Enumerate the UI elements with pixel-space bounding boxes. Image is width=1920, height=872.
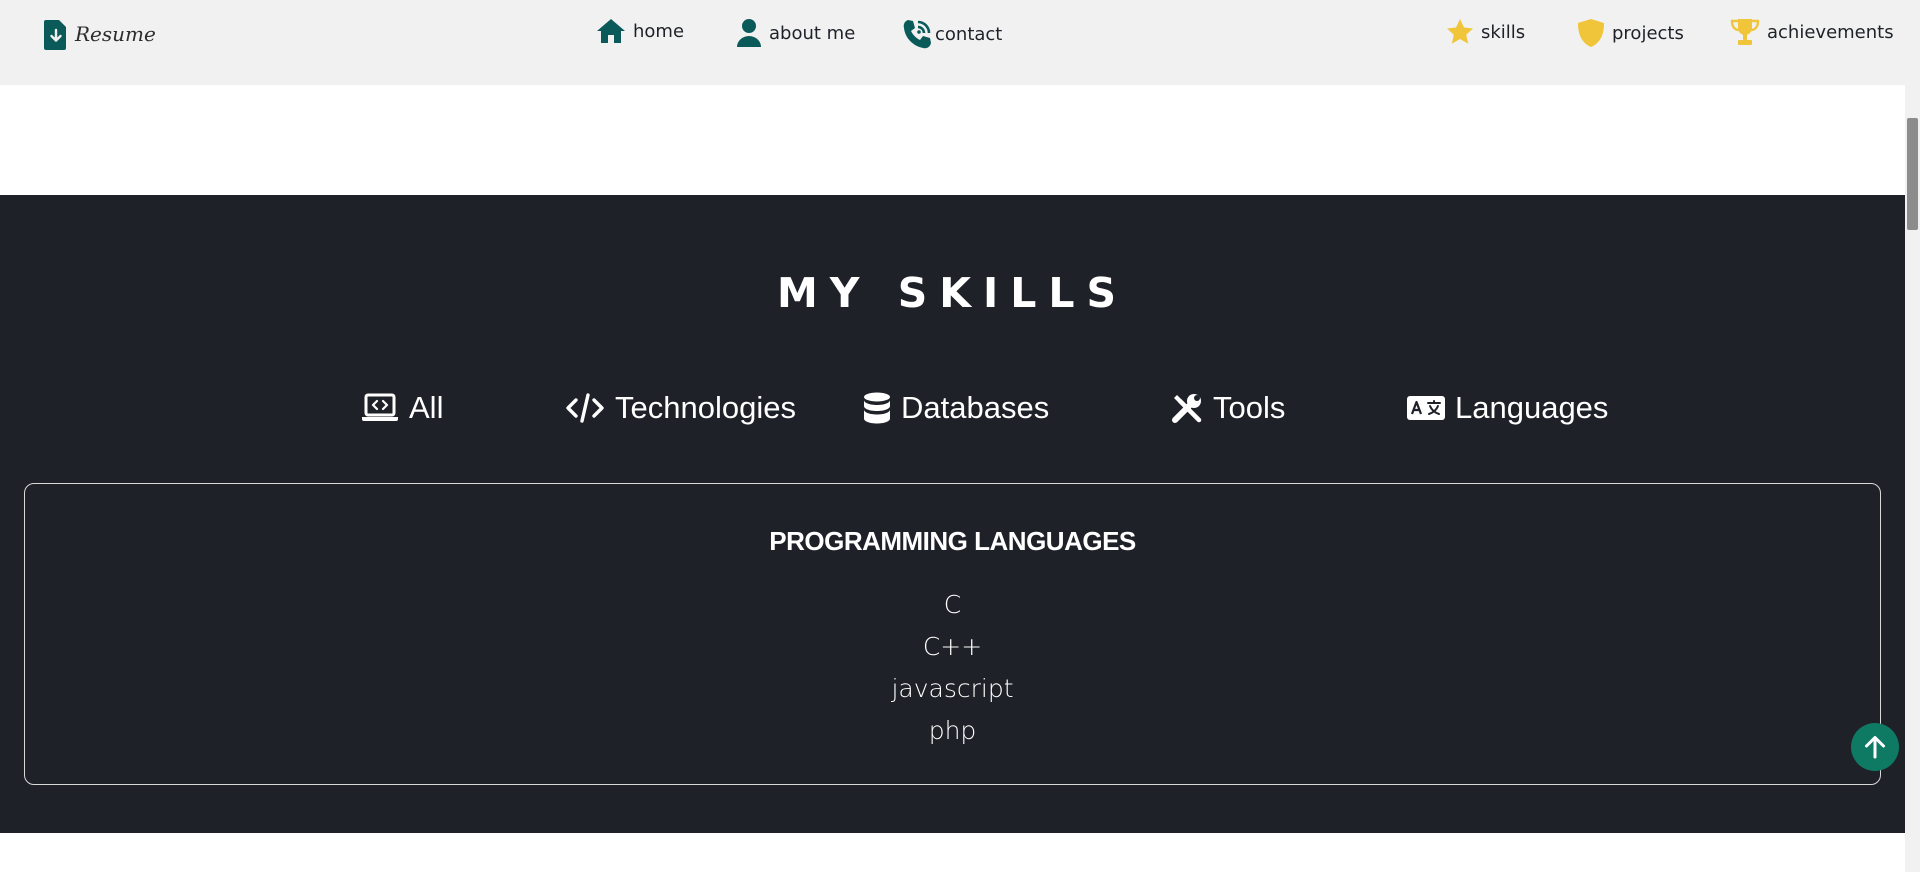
scrollbar-thumb[interactable] [1907, 118, 1918, 230]
skills-list: C C++ javascript php [25, 584, 1880, 752]
code-icon [565, 393, 605, 423]
nav-achievements-label: achievements [1767, 21, 1894, 43]
laptop-code-icon [361, 393, 399, 423]
nav-skills-label: skills [1481, 21, 1526, 43]
skills-section: MY SKILLS All Technologies Databases Too… [0, 195, 1905, 833]
list-item: C++ [922, 632, 983, 661]
filter-languages[interactable]: Languages [1407, 390, 1608, 426]
shield-icon [1577, 18, 1605, 48]
nav-projects[interactable]: projects [1577, 18, 1684, 48]
scroll-top-button[interactable] [1851, 723, 1899, 771]
user-icon [736, 18, 762, 48]
navbar: Resume home about me contact skills proj… [0, 0, 1905, 85]
resume-link[interactable]: Resume [44, 18, 156, 50]
section-title: MY SKILLS [776, 269, 1129, 317]
filter-databases-label: Databases [901, 390, 1050, 425]
nav-home[interactable]: home [596, 18, 684, 44]
tools-icon [1171, 392, 1203, 424]
list-item: php [928, 716, 977, 745]
nav-skills[interactable]: skills [1446, 18, 1525, 46]
filter-all-label: All [409, 390, 444, 425]
trophy-icon [1730, 18, 1760, 46]
scrollbar[interactable] [1905, 0, 1920, 872]
file-download-icon [44, 18, 68, 50]
resume-label: Resume [75, 22, 156, 46]
nav-contact-label: contact [935, 23, 1003, 45]
nav-achievements[interactable]: achievements [1730, 18, 1894, 46]
phone-icon [901, 18, 933, 50]
skills-card: PROGRAMMING LANGUAGES C C++ javascript p… [24, 483, 1881, 785]
card-title: PROGRAMMING LANGUAGES [769, 526, 1136, 556]
arrow-up-icon [1864, 735, 1886, 759]
nav-about[interactable]: about me [736, 18, 855, 48]
nav-about-label: about me [769, 22, 856, 44]
filter-technologies-label: Technologies [615, 390, 796, 425]
filter-technologies[interactable]: Technologies [565, 390, 796, 426]
filter-all[interactable]: All [361, 390, 443, 426]
nav-home-label: home [633, 20, 685, 42]
list-item: C [943, 590, 962, 619]
filter-tools-label: Tools [1213, 390, 1286, 425]
language-icon [1407, 396, 1445, 420]
database-icon [863, 392, 891, 424]
home-icon [596, 18, 626, 44]
list-item: javascript [891, 674, 1014, 703]
star-icon [1446, 18, 1474, 46]
filter-tools[interactable]: Tools [1171, 390, 1285, 426]
nav-contact[interactable]: contact [901, 18, 1002, 50]
nav-projects-label: projects [1612, 22, 1684, 44]
filter-databases[interactable]: Databases [863, 390, 1049, 426]
filter-languages-label: Languages [1455, 390, 1609, 425]
